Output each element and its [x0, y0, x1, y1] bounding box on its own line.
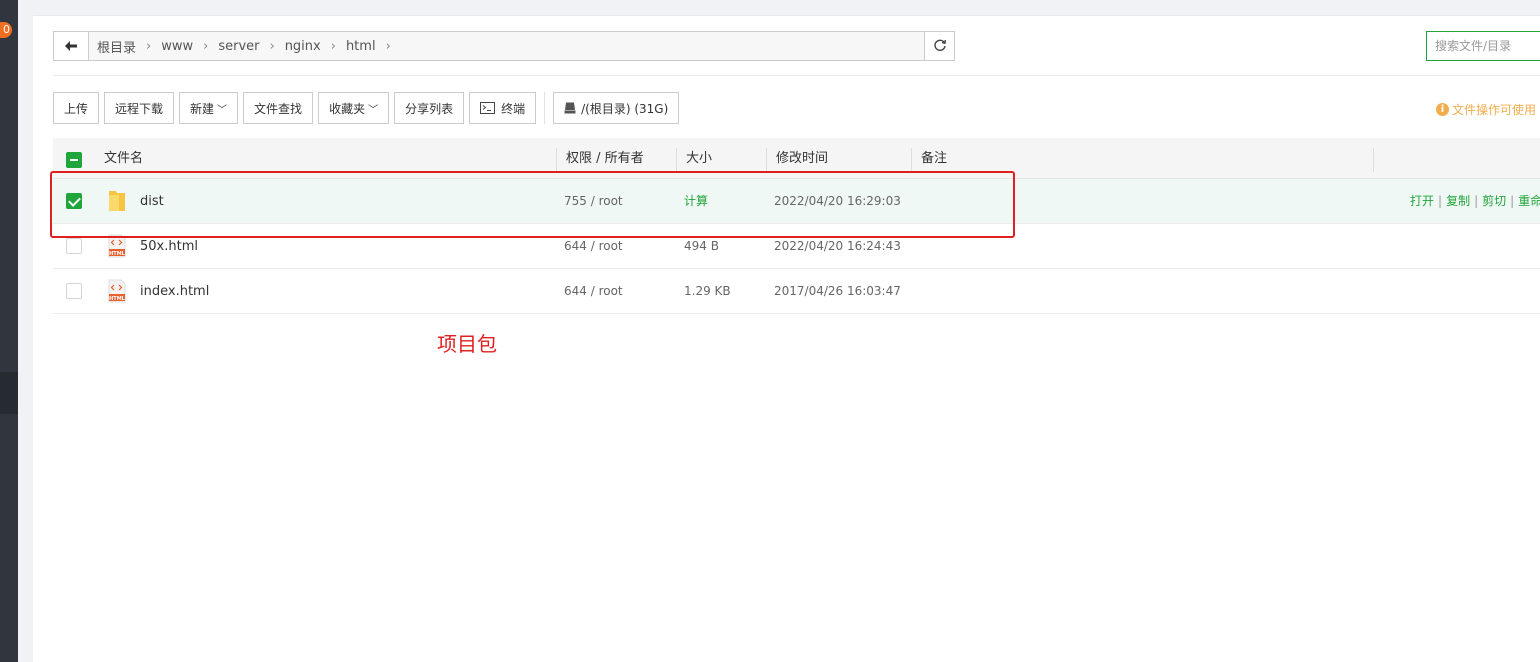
table-row[interactable]: HTML index.html 644 / root 1.29 KB 2017/… [53, 269, 1540, 314]
table-header: 文件名 权限 / 所有者 大小 修改时间 备注 [53, 138, 1540, 179]
left-sidebar: 0 [0, 0, 18, 662]
op-separator: | [1510, 194, 1515, 208]
refresh-icon [933, 39, 946, 51]
file-size: 494 B [684, 239, 719, 253]
disk-button[interactable]: /(根目录) (31G) [553, 92, 680, 124]
copy-link[interactable]: 复制 [1446, 194, 1470, 208]
chevron-right-icon: › [203, 38, 209, 54]
remote-download-label: 远程下载 [115, 101, 164, 116]
share-list-button[interactable]: 分享列表 [394, 92, 465, 124]
file-permission[interactable]: 644 / root [564, 269, 623, 314]
chevron-right-icon: › [385, 38, 391, 54]
header-size[interactable]: 大小 [686, 138, 712, 179]
folder-icon [109, 191, 125, 211]
column-divider [766, 148, 767, 172]
divider [53, 75, 1540, 76]
notification-badge[interactable]: 0 [0, 22, 12, 38]
disk-icon [564, 102, 576, 114]
header-note[interactable]: 备注 [921, 138, 947, 179]
remote-download-button[interactable]: 远程下载 [104, 92, 175, 124]
upload-button[interactable]: 上传 [53, 92, 100, 124]
terminal-button[interactable]: 终端 [469, 92, 537, 124]
file-name[interactable]: index.html [140, 269, 209, 314]
favorites-dropdown-button[interactable]: 收藏夹 ﹀ [318, 92, 390, 124]
svg-text:HTML: HTML [109, 296, 126, 302]
cut-link[interactable]: 剪切 [1482, 194, 1506, 208]
row-checkbox[interactable] [66, 283, 82, 299]
file-mtime: 2022/04/20 16:29:03 [774, 194, 901, 208]
file-mtime: 2017/04/26 16:03:47 [774, 284, 901, 298]
file-size-calc-link[interactable]: 计算 [684, 179, 708, 224]
new-label: 新建 [190, 101, 215, 116]
arrow-left-icon [65, 41, 77, 51]
refresh-button[interactable] [924, 31, 955, 61]
chevron-right-icon: › [146, 38, 152, 54]
back-button[interactable] [53, 31, 89, 61]
table-row[interactable]: dist 755 / root 计算 2022/04/20 16:29:03 打… [53, 179, 1540, 224]
sidebar-active-item[interactable] [0, 372, 18, 414]
breadcrumb-item-root[interactable]: 根目录 [97, 37, 136, 56]
html-file-icon: HTML [108, 279, 126, 303]
toolbar-divider [544, 92, 546, 124]
file-name[interactable]: 50x.html [140, 224, 198, 269]
operation-tip: i 文件操作可使用 [1436, 101, 1536, 118]
open-link[interactable]: 打开 [1410, 194, 1434, 208]
header-mtime[interactable]: 修改时间 [776, 138, 828, 179]
file-table: 文件名 权限 / 所有者 大小 修改时间 备注 dist 755 / root … [53, 138, 1540, 314]
row-checkbox[interactable] [66, 238, 82, 254]
html-file-icon: HTML [108, 234, 126, 258]
file-name[interactable]: dist [140, 179, 164, 224]
file-permission[interactable]: 755 / root [564, 179, 623, 224]
column-divider [1373, 148, 1374, 172]
share-list-label: 分享列表 [405, 101, 454, 116]
file-mtime: 2022/04/20 16:24:43 [774, 239, 901, 253]
search-input[interactable] [1426, 31, 1540, 61]
row-checkbox[interactable] [66, 193, 82, 209]
op-separator: | [1474, 194, 1479, 208]
column-divider [911, 148, 912, 172]
chevron-right-icon: › [269, 38, 275, 54]
new-dropdown-button[interactable]: 新建 ﹀ [179, 92, 239, 124]
header-filename[interactable]: 文件名 [104, 138, 143, 179]
header-permission[interactable]: 权限 / 所有者 [566, 138, 644, 179]
chevron-down-icon: ﹀ [368, 104, 379, 116]
breadcrumb-item-server[interactable]: server [218, 39, 259, 54]
tip-text: 文件操作可使用 [1452, 103, 1537, 117]
breadcrumb-item-www[interactable]: www [161, 39, 193, 54]
table-row[interactable]: HTML 50x.html 644 / root 494 B 2022/04/2… [53, 224, 1540, 269]
disk-label: /(根目录) (31G) [581, 101, 669, 116]
file-size: 1.29 KB [684, 284, 731, 298]
svg-text:HTML: HTML [109, 251, 126, 257]
breadcrumb: 根目录 › www › server › nginx › html › [88, 31, 925, 61]
file-manager-panel: 根目录 › www › server › nginx › html › 上传 远… [33, 15, 1540, 662]
info-icon: i [1436, 103, 1449, 116]
upload-label: 上传 [64, 101, 89, 116]
terminal-icon [480, 102, 496, 114]
file-permission[interactable]: 644 / root [564, 224, 623, 269]
terminal-label: 终端 [501, 101, 526, 116]
chevron-down-icon: ﹀ [217, 104, 228, 116]
favorites-label: 收藏夹 [329, 101, 366, 116]
annotation-label: 项目包 [437, 332, 497, 356]
file-search-button[interactable]: 文件查找 [243, 92, 314, 124]
breadcrumb-item-nginx[interactable]: nginx [285, 39, 321, 54]
chevron-right-icon: › [330, 38, 336, 54]
toolbar: 上传 远程下载 新建 ﹀ 文件查找 收藏夹 ﹀ 分享列表 终端 /(根目录) (31… [53, 92, 684, 124]
rename-link[interactable]: 重命名 [1518, 194, 1540, 208]
column-divider [556, 148, 557, 172]
breadcrumb-item-html[interactable]: html [346, 39, 376, 54]
column-divider [676, 148, 677, 172]
file-search-label: 文件查找 [254, 101, 303, 116]
select-all-checkbox[interactable] [66, 152, 82, 168]
op-separator: | [1438, 194, 1443, 208]
row-operations: 打开|复制|剪切|重命名 [1410, 179, 1540, 224]
